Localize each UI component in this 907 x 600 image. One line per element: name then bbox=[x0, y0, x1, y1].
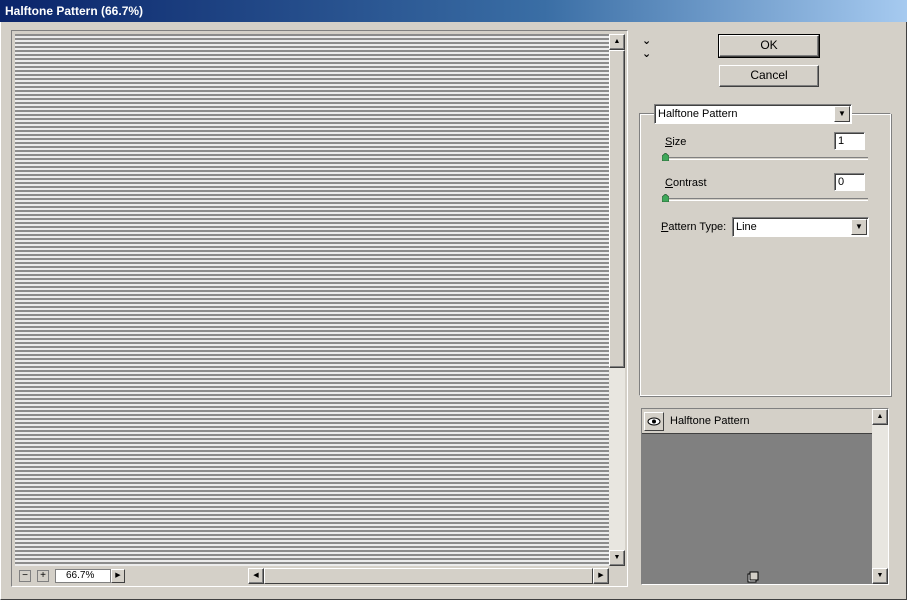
size-slider-track[interactable] bbox=[663, 157, 868, 160]
delete-effect-layer-icon[interactable] bbox=[770, 571, 782, 583]
filter-select[interactable]: Halftone Pattern ▼ bbox=[654, 104, 852, 124]
vertical-scroll-thumb[interactable] bbox=[609, 50, 625, 368]
ok-button[interactable]: OK bbox=[718, 34, 820, 58]
layer-row[interactable]: Halftone Pattern bbox=[642, 409, 872, 434]
scroll-right-button[interactable]: ▶ bbox=[593, 568, 609, 584]
eye-icon bbox=[647, 417, 661, 426]
filter-settings-panel bbox=[639, 113, 891, 396]
new-effect-layer-icon[interactable] bbox=[747, 571, 759, 583]
scroll-down-button[interactable]: ▼ bbox=[609, 550, 625, 566]
window-title: Halftone Pattern (66.7%) bbox=[0, 0, 907, 22]
scroll-up-button[interactable]: ▲ bbox=[609, 34, 625, 50]
zoom-menu-button[interactable]: ▶ bbox=[111, 569, 125, 583]
cancel-button[interactable]: Cancel bbox=[719, 65, 819, 87]
zoom-level-field[interactable]: 66.7% bbox=[55, 569, 111, 583]
pattern-type-select[interactable]: Line ▼ bbox=[732, 217, 869, 237]
double-chevron-down-icon: ⌄ ⌄ bbox=[642, 35, 652, 60]
filter-select-value: Halftone Pattern bbox=[658, 108, 738, 120]
preview-horizontal-scrollbar[interactable]: ◀ ▶ bbox=[248, 568, 609, 584]
preview-bottom-bar: − + 66.7% ▶ ◀ ▶ bbox=[15, 568, 609, 584]
horizontal-scroll-thumb[interactable] bbox=[264, 568, 593, 584]
visibility-toggle[interactable] bbox=[644, 412, 664, 431]
contrast-field[interactable]: 0 bbox=[834, 173, 865, 191]
plus-icon: + bbox=[40, 570, 46, 581]
scroll-down-button[interactable]: ▼ bbox=[872, 568, 888, 584]
contrast-slider-thumb[interactable] bbox=[662, 194, 669, 202]
layers-scrollbar[interactable]: ▲ ▼ bbox=[872, 409, 888, 584]
size-field[interactable]: 1 bbox=[834, 132, 865, 150]
contrast-label: Contrast bbox=[665, 177, 707, 189]
zoom-out-button[interactable]: − bbox=[19, 570, 31, 582]
contrast-slider-track[interactable] bbox=[663, 198, 868, 201]
minus-icon: − bbox=[22, 570, 28, 581]
dropdown-arrow-icon[interactable]: ▼ bbox=[834, 106, 850, 122]
preview-vertical-scrollbar[interactable]: ▲ ▼ bbox=[609, 34, 625, 566]
triangle-right-icon: ▶ bbox=[115, 572, 121, 579]
preview-canvas[interactable] bbox=[15, 34, 609, 566]
pattern-type-value: Line bbox=[736, 221, 757, 233]
size-slider-thumb[interactable] bbox=[662, 153, 669, 161]
filter-dialog: ▲ ▼ − + 66.7% ▶ ◀ ▶ ⌄ ⌄ OK Cancel Halfto… bbox=[0, 22, 907, 600]
layer-name: Halftone Pattern bbox=[670, 415, 750, 427]
zoom-in-button[interactable]: + bbox=[37, 570, 49, 582]
pattern-type-label: Pattern Type: bbox=[661, 221, 727, 233]
dropdown-arrow-icon[interactable]: ▼ bbox=[851, 219, 867, 235]
scroll-up-button[interactable]: ▲ bbox=[872, 409, 888, 425]
collapse-gallery-button[interactable]: ⌄ ⌄ bbox=[642, 34, 651, 60]
scroll-left-button[interactable]: ◀ bbox=[248, 568, 264, 584]
effect-layers-panel: Halftone Pattern ▲ ▼ bbox=[641, 408, 889, 585]
preview-frame: ▲ ▼ − + 66.7% ▶ ◀ ▶ bbox=[11, 30, 628, 587]
size-label: Size bbox=[665, 136, 687, 148]
